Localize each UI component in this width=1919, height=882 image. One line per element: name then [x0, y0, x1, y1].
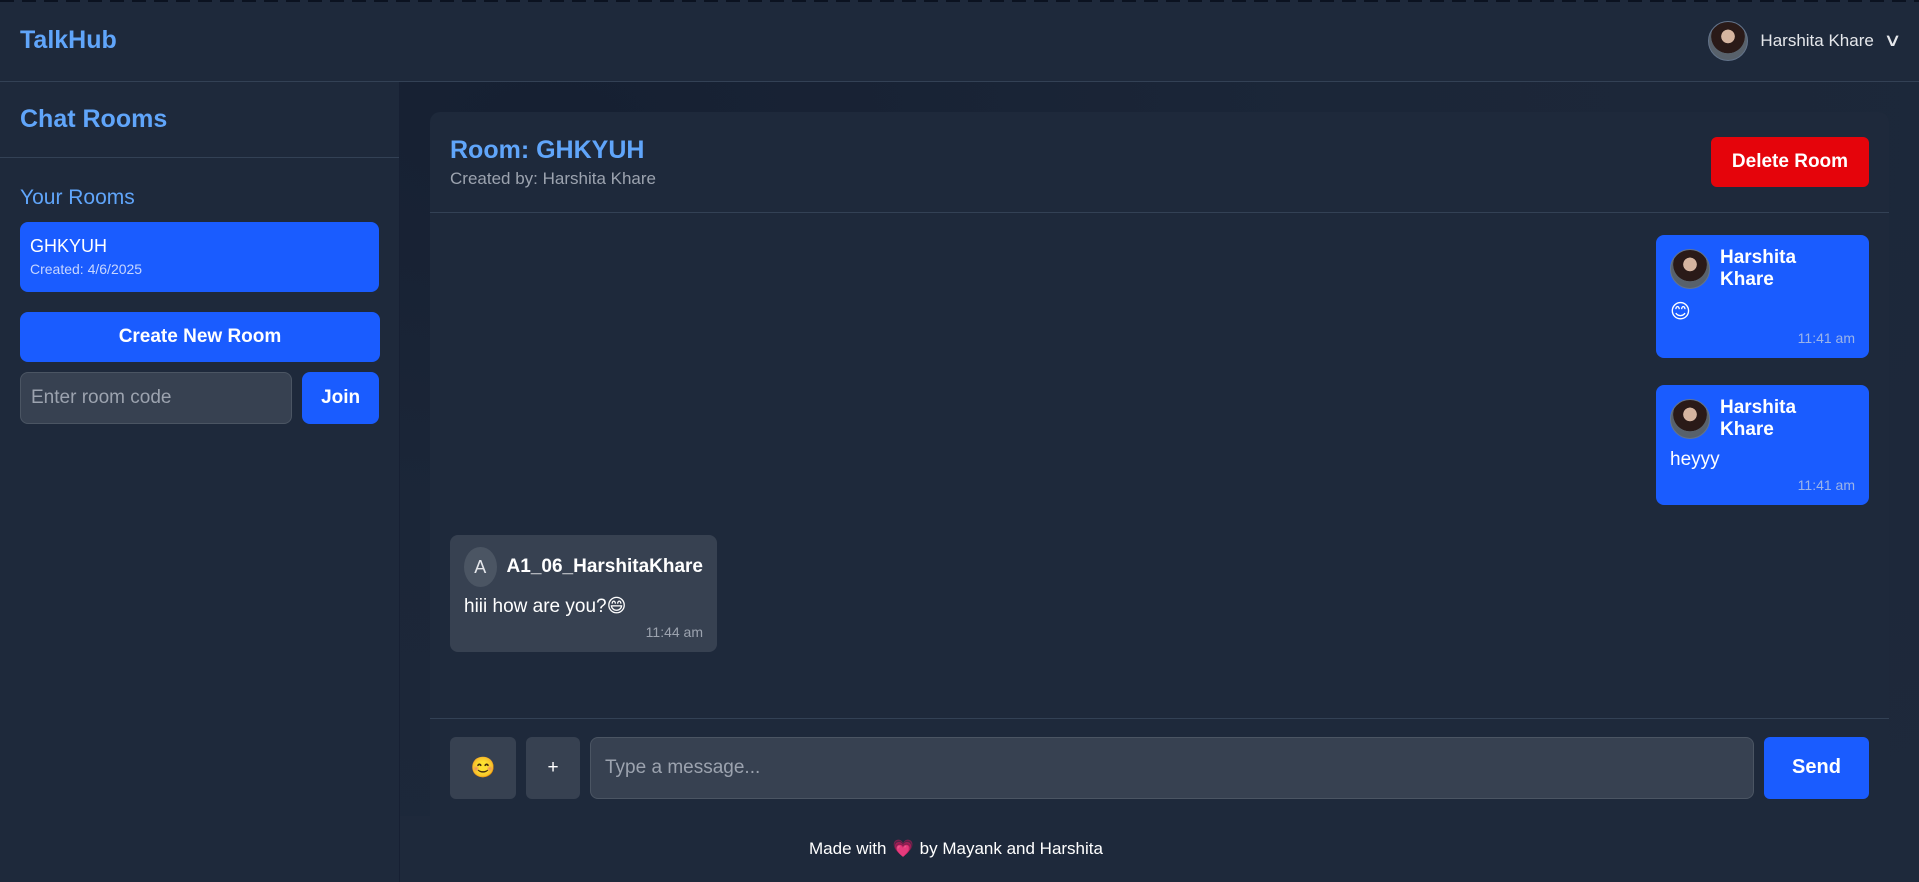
message-bubble: Harshita Khare 😊 11:41 am	[1656, 235, 1869, 358]
top-navbar: TalkHub Harshita Khare ∨	[0, 0, 1919, 82]
sidebar: Chat Rooms Your Rooms GHKYUH Created: 4/…	[0, 82, 400, 882]
message-list: Harshita Khare 😊 11:41 am Harshita Khare…	[430, 213, 1889, 718]
sidebar-title: Chat Rooms	[0, 82, 399, 158]
room-item-ghkyuh[interactable]: GHKYUH Created: 4/6/2025	[20, 222, 379, 292]
footer: Made with 💗 by Mayank and Harshita	[400, 816, 1919, 882]
sender-avatar	[1670, 399, 1710, 439]
your-rooms-heading: Your Rooms	[20, 186, 135, 209]
join-button[interactable]: Join	[302, 372, 379, 424]
message-input[interactable]	[590, 736, 1754, 799]
message-time: 11:44 am	[645, 624, 703, 640]
footer-credits: by Mayank and Harshita	[919, 839, 1103, 858]
message-sender: Harshita Khare	[1720, 397, 1797, 440]
room-creator: Created by: Harshita Khare	[450, 168, 656, 188]
emoji-picker-button[interactable]: 😊	[450, 736, 516, 799]
room-name: GHKYUH	[30, 236, 108, 256]
message-time: 11:41 am	[1797, 477, 1855, 493]
message-sender: A1_06_HarshitaKhare	[506, 556, 703, 577]
delete-room-button[interactable]: Delete Room	[1711, 137, 1869, 187]
room-title: Room: GHKYUH	[450, 135, 645, 164]
chat-header: Room: GHKYUH Created by: Harshita Khare …	[430, 112, 1889, 213]
message-text: 😊	[1670, 301, 1691, 323]
message-sender: Harshita Khare	[1720, 247, 1797, 290]
room-code-input[interactable]	[20, 372, 293, 424]
top-edge-stripe	[0, 0, 1919, 2]
message-bubble: Harshita Khare heyyy 11:41 am	[1656, 385, 1869, 505]
message-text: heyyy	[1670, 449, 1720, 470]
message-bubble: A A1_06_HarshitaKhare hiii how are you?😄…	[450, 535, 717, 652]
message-text: hiii how are you?😄	[464, 596, 627, 617]
room-created-date: Created: 4/6/2025	[30, 261, 143, 277]
message-time: 11:41 am	[1797, 330, 1855, 346]
create-room-button[interactable]: Create New Room	[20, 312, 380, 362]
message-composer: 😊 + Send	[430, 718, 1889, 816]
heart-icon: 💗	[892, 839, 914, 858]
chat-panel: Room: GHKYUH Created by: Harshita Khare …	[430, 112, 1889, 816]
user-name: Harshita Khare	[1760, 30, 1874, 50]
send-button[interactable]: Send	[1764, 736, 1869, 799]
brand-logo[interactable]: TalkHub	[20, 26, 117, 55]
sender-initial-avatar: A	[464, 547, 497, 587]
attach-button[interactable]: +	[526, 736, 580, 799]
chevron-down-icon[interactable]: ∨	[1883, 30, 1901, 51]
sender-avatar	[1670, 249, 1710, 289]
join-room-row: Join	[20, 372, 379, 424]
user-avatar	[1708, 20, 1749, 61]
user-menu[interactable]: Harshita Khare ∨	[1708, 20, 1902, 61]
footer-prefix: Made with	[809, 839, 887, 858]
